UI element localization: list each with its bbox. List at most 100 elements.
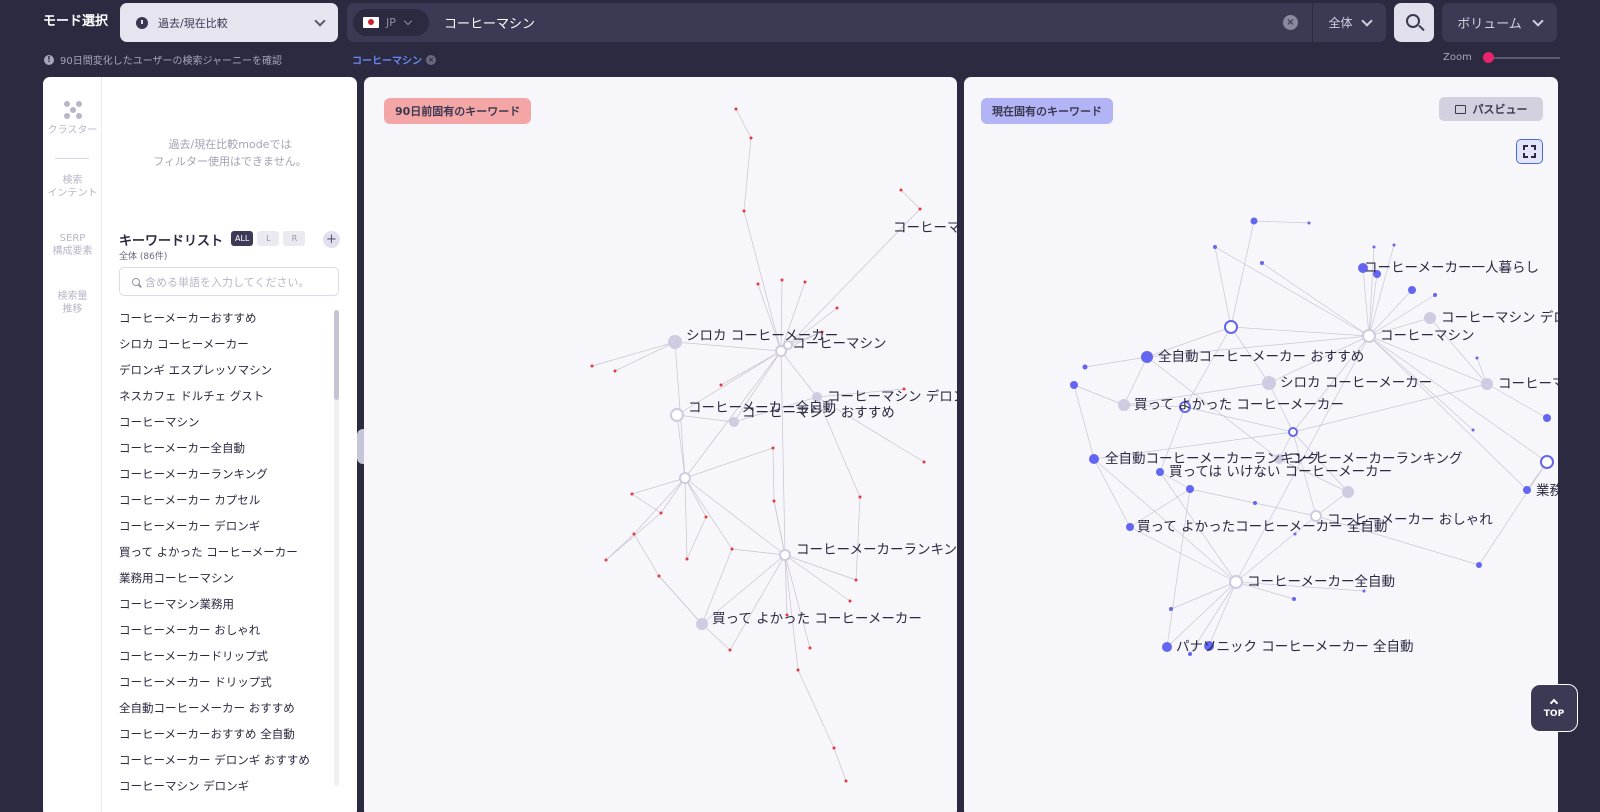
keyword-list-item[interactable]: コーヒーメーカードリップ式 xyxy=(119,643,333,669)
graph-node[interactable] xyxy=(1342,486,1354,498)
scrollbar-thumb[interactable] xyxy=(334,310,339,400)
graph-node[interactable] xyxy=(742,209,746,213)
graph-node[interactable] xyxy=(1292,597,1296,601)
graph-node[interactable] xyxy=(1475,356,1479,360)
graph-node[interactable] xyxy=(1260,261,1264,265)
graph-node[interactable] xyxy=(1250,217,1258,225)
graph-node[interactable] xyxy=(858,495,862,499)
keyword-list-item[interactable]: コーヒーメーカーおすすめ 全自動 xyxy=(119,721,333,747)
graph-node[interactable] xyxy=(613,369,617,373)
graph-node[interactable] xyxy=(1481,378,1493,390)
graph-node[interactable] xyxy=(1253,501,1257,505)
graph-node[interactable] xyxy=(1307,221,1311,225)
graph-node[interactable] xyxy=(1471,428,1475,432)
graph-node[interactable] xyxy=(803,280,807,284)
rail-item-volume-trend[interactable]: 検索量 推移 xyxy=(43,290,102,316)
graph-node[interactable] xyxy=(922,460,926,464)
rail-item-cluster[interactable]: クラスター xyxy=(43,101,102,137)
graph-node[interactable] xyxy=(749,136,753,140)
active-keyword-chip[interactable]: コーヒーマシン × xyxy=(352,52,436,67)
graph-node[interactable] xyxy=(728,648,732,652)
keyword-filter-input[interactable]: 含める単語を入力してください。 xyxy=(119,267,339,296)
graph-node[interactable] xyxy=(1372,245,1376,249)
graph-node[interactable] xyxy=(657,574,661,578)
graph-node[interactable] xyxy=(1540,455,1554,469)
keyword-list-item[interactable]: コーヒーマシン業務用 xyxy=(119,591,333,617)
keyword-list-item[interactable]: デロンギ エスプレッソマシン xyxy=(119,357,333,383)
current-network-graph[interactable]: コーヒーメーカー一人暮らしコーヒーマシン デロコーヒーマシン全自動コーヒーメーカ… xyxy=(964,77,1558,812)
tab-r[interactable]: R xyxy=(283,231,306,246)
keyword-list-item[interactable]: コーヒーメーカー デロンギ おすすめ xyxy=(119,747,333,773)
keyword-list-item[interactable]: コーヒーマシン デロンギ xyxy=(119,773,333,799)
graph-node[interactable] xyxy=(1229,575,1243,589)
graph-node[interactable] xyxy=(1288,427,1298,437)
graph-node[interactable] xyxy=(779,549,791,561)
keyword-list-item[interactable]: 業務用コーヒーマシン xyxy=(119,565,333,591)
scope-select[interactable]: 全体 xyxy=(1312,3,1386,42)
graph-node[interactable] xyxy=(848,599,852,603)
graph-node[interactable] xyxy=(679,472,691,484)
graph-node[interactable] xyxy=(659,511,663,515)
tab-all[interactable]: ALL xyxy=(231,231,254,246)
graph-node[interactable] xyxy=(1476,562,1482,568)
graph-node[interactable] xyxy=(1262,376,1276,390)
zoom-slider-track[interactable] xyxy=(1488,57,1560,59)
graph-node[interactable] xyxy=(1082,364,1088,370)
graph-node[interactable] xyxy=(780,278,784,282)
graph-node[interactable] xyxy=(590,364,594,368)
search-input[interactable]: コーヒーマシン xyxy=(444,13,1283,32)
graph-node[interactable] xyxy=(756,282,760,286)
graph-node[interactable] xyxy=(1156,468,1164,476)
keyword-list-item[interactable]: 全自動コーヒーメーカー おすすめ xyxy=(119,695,333,721)
remove-chip-icon[interactable]: × xyxy=(426,54,436,65)
graph-node[interactable] xyxy=(1543,414,1551,422)
zoom-slider-thumb[interactable] xyxy=(1483,52,1494,63)
graph-node[interactable] xyxy=(1408,286,1416,294)
graph-node[interactable] xyxy=(1070,381,1078,389)
graph-node[interactable] xyxy=(670,408,684,422)
keyword-list-item[interactable]: コーヒーメーカー カプセル xyxy=(119,487,333,513)
past-network-graph[interactable]: コーヒーマシロカ コーヒーメーカーコーヒーマシンコーヒーマシン デロンコーヒーメ… xyxy=(364,77,957,812)
graph-node[interactable] xyxy=(685,557,689,561)
graph-node[interactable] xyxy=(632,532,636,536)
graph-node[interactable] xyxy=(1089,454,1099,464)
graph-node[interactable] xyxy=(796,668,800,672)
keyword-list-item[interactable]: コーヒーメーカー ドリップ式 xyxy=(119,669,333,695)
country-select[interactable]: JP xyxy=(353,9,429,36)
graph-node[interactable] xyxy=(899,188,903,192)
mode-select-dropdown[interactable]: 過去/現在比較 xyxy=(120,3,338,42)
graph-node[interactable] xyxy=(1169,607,1173,611)
keyword-list-item[interactable]: ネスカフェ ドルチェ グスト xyxy=(119,383,333,409)
scroll-top-button[interactable]: TOP xyxy=(1530,684,1578,732)
keyword-list-item[interactable]: コーヒーメーカー デロンギ xyxy=(119,513,333,539)
graph-node[interactable] xyxy=(668,335,682,349)
graph-node[interactable] xyxy=(630,492,634,496)
graph-node[interactable] xyxy=(771,446,775,450)
graph-node[interactable] xyxy=(1362,329,1376,343)
graph-node[interactable] xyxy=(1424,312,1436,324)
search-button[interactable] xyxy=(1394,3,1434,42)
graph-node[interactable] xyxy=(604,558,608,562)
graph-node[interactable] xyxy=(835,306,839,310)
rail-item-intent[interactable]: 検索 インテント xyxy=(43,174,102,200)
graph-node[interactable] xyxy=(696,618,708,630)
graph-node[interactable] xyxy=(775,345,787,357)
graph-node[interactable] xyxy=(808,646,812,650)
graph-node[interactable] xyxy=(1224,320,1238,334)
add-keyword-button[interactable]: + xyxy=(323,231,340,248)
graph-node[interactable] xyxy=(704,515,708,519)
tab-l[interactable]: L xyxy=(257,231,280,246)
sort-select[interactable]: ボリューム xyxy=(1442,3,1557,42)
fullscreen-button[interactable] xyxy=(1516,139,1543,164)
graph-node[interactable] xyxy=(734,107,738,111)
graph-node[interactable] xyxy=(1126,523,1134,531)
graph-node[interactable] xyxy=(1162,642,1172,652)
clear-search-icon[interactable]: × xyxy=(1283,15,1298,30)
graph-node[interactable] xyxy=(730,547,734,551)
keyword-list-item[interactable]: コーヒーマシン xyxy=(119,409,333,435)
graph-node[interactable] xyxy=(1523,486,1531,494)
keyword-list-item[interactable]: シロカ コーヒーメーカー xyxy=(119,331,333,357)
graph-node[interactable] xyxy=(1213,245,1217,249)
graph-node[interactable] xyxy=(832,746,836,750)
graph-node[interactable] xyxy=(1186,485,1194,493)
